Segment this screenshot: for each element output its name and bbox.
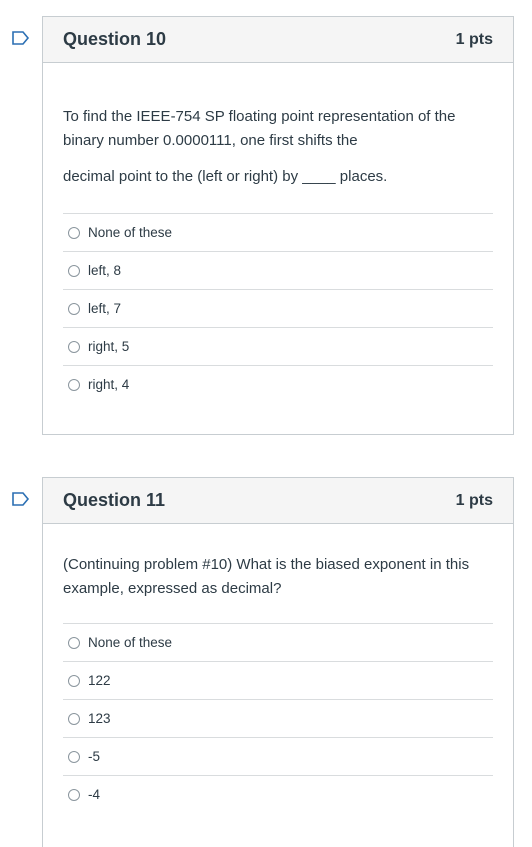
bookmark-flag-icon[interactable] — [12, 492, 30, 506]
answer-option[interactable]: None of these — [63, 623, 493, 661]
question-header: Question 11 1 pts — [43, 478, 513, 524]
question-text: (Continuing problem #10) What is the bia… — [63, 556, 470, 597]
radio-icon[interactable] — [68, 226, 80, 239]
question-10-card: Question 10 1 pts To find the IEEE-754 S… — [42, 16, 514, 435]
answer-option[interactable]: 123 — [63, 699, 493, 737]
question-11-card: Question 11 1 pts (Continuing problem #1… — [42, 477, 514, 847]
answer-option[interactable]: right, 4 — [63, 365, 493, 403]
answer-label: None of these — [88, 225, 173, 240]
radio-icon[interactable] — [68, 340, 80, 353]
radio-icon[interactable] — [68, 378, 80, 391]
answer-list: None of these left, 8 left, 7 right, 5 r… — [63, 213, 493, 403]
answer-option[interactable]: None of these — [63, 213, 493, 251]
answer-label: right, 5 — [88, 339, 130, 354]
answer-list: None of these 122 123 -5 -4 — [63, 623, 493, 813]
radio-icon[interactable] — [68, 750, 80, 763]
question-points: 1 pts — [455, 491, 493, 509]
answer-label: right, 4 — [88, 377, 130, 392]
bookmark-flag-icon[interactable] — [12, 31, 30, 45]
radio-icon[interactable] — [68, 788, 80, 801]
answer-option[interactable]: -5 — [63, 737, 493, 775]
answer-label: -5 — [88, 749, 101, 764]
answer-option[interactable]: left, 8 — [63, 251, 493, 289]
radio-icon[interactable] — [68, 264, 80, 277]
answer-label: 122 — [88, 673, 111, 688]
radio-icon[interactable] — [68, 636, 80, 649]
answer-option[interactable]: 122 — [63, 661, 493, 699]
answer-option[interactable]: left, 7 — [63, 289, 493, 327]
question-title: Question 11 — [63, 490, 166, 510]
answer-option[interactable]: right, 5 — [63, 327, 493, 365]
question-points: 1 pts — [455, 30, 493, 48]
answer-label: None of these — [88, 635, 173, 650]
question-text: To find the IEEE-754 SP floating point r… — [63, 108, 456, 149]
answer-option[interactable]: -4 — [63, 775, 493, 813]
answer-label: -4 — [88, 787, 101, 802]
question-header: Question 10 1 pts — [43, 17, 513, 63]
radio-icon[interactable] — [68, 712, 80, 725]
question-text-continued: decimal point to the (left or right) by … — [63, 168, 388, 185]
answer-label: left, 7 — [88, 301, 122, 316]
radio-icon[interactable] — [68, 302, 80, 315]
radio-icon[interactable] — [68, 674, 80, 687]
answer-label: left, 8 — [88, 263, 122, 278]
question-title: Question 10 — [63, 29, 167, 49]
answer-label: 123 — [88, 711, 111, 726]
